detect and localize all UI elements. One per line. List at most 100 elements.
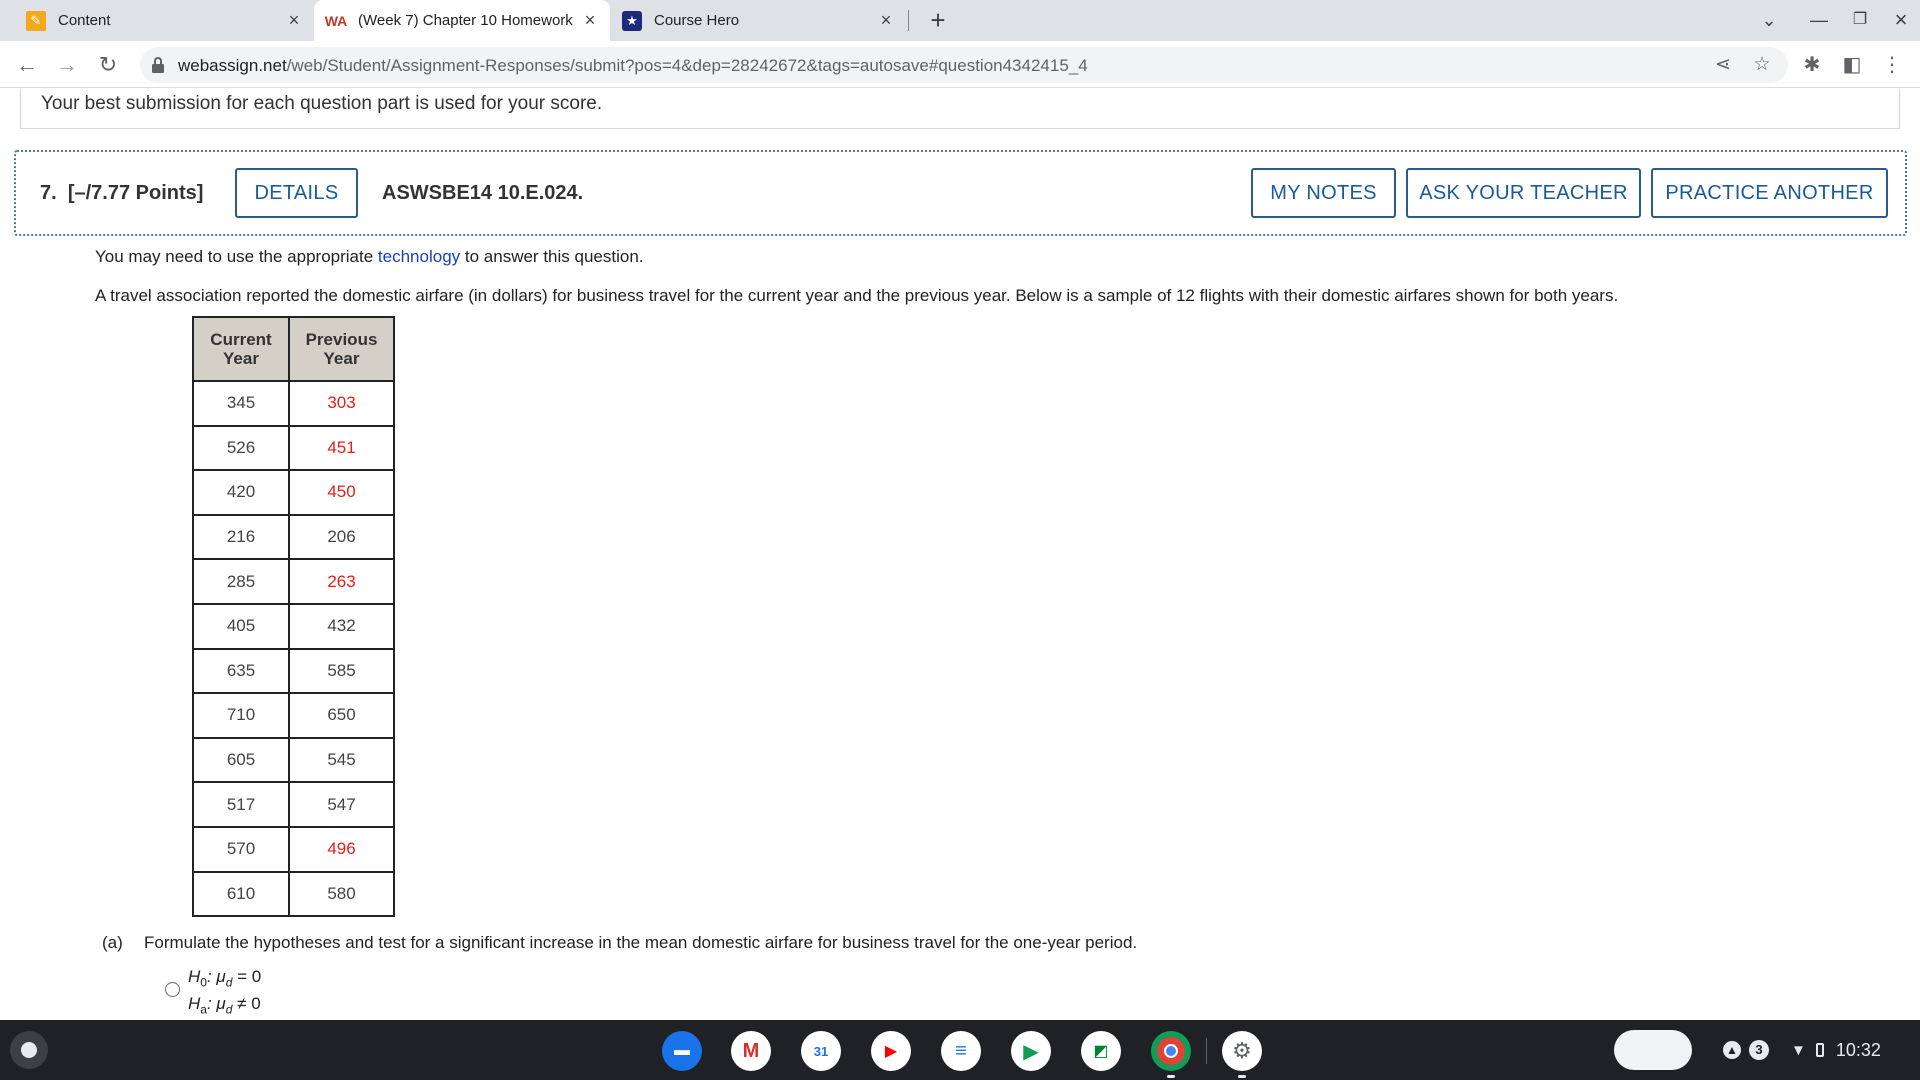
table-row: 420 450	[192, 469, 395, 516]
h0-sub: 0	[200, 975, 207, 990]
star-icon: ★	[622, 10, 642, 31]
menu-icon[interactable]: ⋮	[1877, 50, 1907, 80]
webassign-icon: WA	[324, 12, 348, 29]
pencil-icon: ✎	[26, 10, 46, 31]
ha-rhs: ≠ 0	[232, 994, 261, 1013]
active-app-indicator	[1167, 1075, 1175, 1078]
update-icon: ▲	[1723, 1041, 1741, 1059]
technology-link[interactable]: technology	[378, 247, 460, 266]
url-host: webassign.net	[178, 56, 287, 75]
share-icon[interactable]: ⋖	[1709, 51, 1737, 79]
table-row: 517 547	[192, 781, 395, 828]
table-row: 710 650	[192, 692, 395, 739]
files-app-icon[interactable]: ▬	[662, 1031, 702, 1071]
null-hypothesis: H0: μd = 0	[188, 967, 261, 989]
previous-year-cell: 432	[288, 602, 395, 650]
extensions-icon[interactable]: ✱	[1797, 50, 1827, 80]
previous-year-cell: 580	[288, 870, 395, 918]
current-year-cell: 570	[192, 825, 290, 873]
forward-icon[interactable]: →	[52, 50, 82, 80]
close-icon[interactable]: ×	[876, 10, 896, 30]
previous-year-cell: 263	[288, 558, 395, 605]
bookmark-star-icon[interactable]: ☆	[1748, 51, 1776, 79]
tab-strip: ✎ Content × WA (Week 7) Chapter 10 Homew…	[0, 0, 1920, 41]
chrome-app-icon[interactable]	[1151, 1031, 1191, 1071]
address-bar[interactable]: webassign.net/web/Student/Assignment-Res…	[140, 47, 1788, 83]
status-area[interactable]: ▲ 3 ▼ 10:32	[1707, 1030, 1912, 1070]
meet-app-icon[interactable]: ◩	[1081, 1031, 1121, 1071]
h0-rhs: = 0	[232, 967, 262, 986]
browser-toolbar: ← → ↻ webassign.net/web/Student/Assignme…	[0, 41, 1920, 88]
header-line: Year	[323, 349, 360, 368]
launcher-icon[interactable]	[10, 1031, 48, 1069]
current-year-cell: 216	[192, 513, 290, 561]
youtube-app-icon[interactable]: ▶	[871, 1031, 911, 1071]
tab-title: (Week 7) Chapter 10 Homework	[358, 12, 573, 29]
question-points: [–/7.77 Points]	[67, 182, 204, 204]
current-year-cell: 605	[192, 736, 290, 784]
previous-year-cell: 496	[288, 825, 395, 873]
clock: 10:32	[1835, 1039, 1881, 1060]
docs-app-icon[interactable]: ≡	[941, 1031, 981, 1071]
table-row: 345 303	[192, 380, 395, 427]
tab-title: Content	[58, 12, 111, 29]
restore-icon[interactable]: ❐	[1848, 8, 1872, 32]
calendar-app-icon[interactable]: 31	[801, 1031, 841, 1071]
battery-icon	[1815, 1043, 1824, 1057]
previous-year-cell: 206	[288, 513, 395, 561]
minimize-icon[interactable]: —	[1807, 8, 1831, 32]
side-panel-icon[interactable]: ◧	[1837, 50, 1867, 80]
new-tab-button[interactable]: +	[922, 4, 954, 36]
table-row: 526 451	[192, 424, 395, 472]
close-window-icon[interactable]: ×	[1889, 8, 1913, 32]
tab-course-hero[interactable]: ★ Course Hero ×	[610, 0, 906, 41]
header-line: Year	[223, 349, 259, 368]
table-header-row: Current Year Previous Year	[192, 316, 395, 382]
details-button[interactable]: DETAILS	[235, 168, 358, 218]
current-year-cell: 345	[192, 380, 290, 427]
previous-year-cell: 451	[288, 424, 395, 472]
tab-homework[interactable]: WA (Week 7) Chapter 10 Homework ×	[314, 0, 610, 41]
close-icon[interactable]: ×	[580, 10, 600, 30]
previous-year-cell: 303	[288, 380, 395, 427]
tech-suffix: to answer this question.	[464, 247, 644, 266]
ask-teacher-button[interactable]: ASK YOUR TEACHER	[1406, 168, 1641, 218]
my-notes-button[interactable]: MY NOTES	[1251, 168, 1396, 218]
url-path: /web/Student/Assignment-Responses/submit…	[286, 56, 1088, 75]
part-a-prompt: (a) Formulate the hypotheses and test for…	[102, 933, 1137, 953]
play-store-app-icon[interactable]: ▶	[1011, 1031, 1051, 1071]
airfare-table: Current Year Previous Year 345 303 526 451 4…	[192, 316, 395, 918]
ha-rel: : μ	[206, 994, 226, 1013]
current-year-cell: 517	[192, 781, 290, 828]
wifi-icon: ▼	[1791, 1041, 1806, 1059]
alternative-hypothesis: Ha: μd ≠ 0	[188, 994, 261, 1016]
tab-content[interactable]: ✎ Content ×	[14, 0, 314, 41]
current-year-cell: 526	[192, 424, 290, 472]
previous-year-cell: 545	[288, 736, 395, 784]
gmail-app-icon[interactable]: M	[731, 1031, 771, 1071]
os-shelf: ▬ M 31 ▶ ≡ ▶ ◩ ⚙ ▲ 3 ▼ 10:32	[0, 1020, 1920, 1080]
close-icon[interactable]: ×	[284, 10, 304, 30]
current-year-cell: 285	[192, 558, 290, 605]
header-current-year: Current Year	[192, 316, 290, 382]
previous-year-cell: 547	[288, 781, 395, 828]
hypothesis-option-1-radio[interactable]	[165, 982, 180, 997]
reload-icon[interactable]: ↻	[93, 50, 123, 80]
h0-rel: : μ	[206, 967, 226, 986]
header-previous-year: Previous Year	[288, 316, 395, 382]
part-a-text: Formulate the hypotheses and test for a …	[144, 933, 1138, 952]
best-submission-note: Your best submission for each question p…	[20, 89, 1900, 129]
shelf-separator	[1206, 1038, 1207, 1064]
table-row: 405 432	[192, 602, 395, 650]
current-year-cell: 405	[192, 602, 290, 650]
ha-var: H	[188, 994, 201, 1013]
tote-icon[interactable]	[1614, 1030, 1692, 1070]
question-header: 7. [–/7.77 Points] DETAILS ASWSBE14 10.E…	[14, 150, 1907, 236]
chevron-down-icon[interactable]: ⌄	[1757, 8, 1781, 32]
table-row: 605 545	[192, 736, 395, 784]
tech-prefix: You may need to use the appropriate	[95, 247, 374, 266]
settings-app-icon[interactable]: ⚙	[1222, 1031, 1262, 1071]
back-icon[interactable]: ←	[12, 50, 42, 80]
lock-icon	[152, 57, 164, 73]
practice-another-button[interactable]: PRACTICE ANOTHER	[1651, 168, 1888, 218]
